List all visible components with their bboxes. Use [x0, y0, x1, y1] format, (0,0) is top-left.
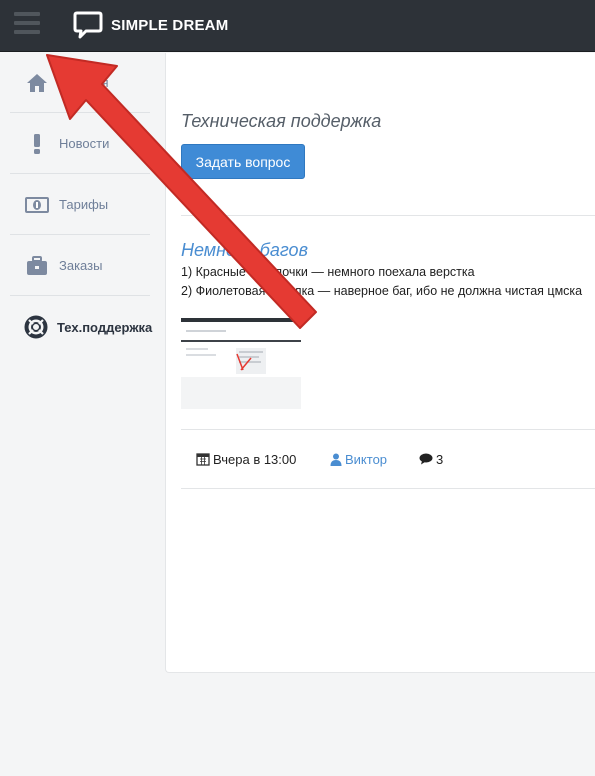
sidebar-item-orders[interactable]: Заказы [10, 236, 150, 296]
menu-toggle-icon[interactable] [14, 12, 40, 34]
sidebar-item-tariffs[interactable]: Тарифы [10, 175, 150, 235]
top-bar: SIMPLE DREAM [0, 0, 595, 52]
post-date-text: Вчера в 13:00 [213, 451, 297, 467]
comment-icon [419, 453, 433, 465]
comment-count-value: 3 [436, 451, 444, 467]
divider [181, 488, 595, 489]
exclamation-icon [24, 131, 50, 157]
sidebar-item-home[interactable]: Главная [10, 53, 150, 113]
main-content: Техническая поддержка Задать вопрос Немн… [165, 53, 595, 673]
briefcase-icon [24, 253, 50, 279]
brand-name: SIMPLE DREAM [111, 16, 229, 34]
sidebar-item-label: Главная [59, 75, 109, 90]
sidebar-item-label: Новости [59, 136, 110, 151]
page-title: Техническая поддержка [181, 111, 382, 131]
sidebar-item-news[interactable]: Новости [10, 114, 150, 174]
post-author-link[interactable]: Виктор [330, 451, 387, 467]
user-icon [330, 453, 342, 466]
sidebar-item-label: Заказы [59, 258, 103, 273]
post-date: Вчера в 13:00 [196, 451, 296, 467]
banknote-icon [24, 192, 50, 218]
sidebar-item-label: Тарифы [59, 197, 109, 212]
home-icon [24, 70, 50, 96]
sidebar-item-support[interactable]: Тех.поддержка [10, 297, 153, 357]
chat-bubble-icon [73, 11, 103, 39]
sidebar-item-label: Тех.поддержка [57, 319, 153, 335]
divider [181, 215, 595, 216]
divider [181, 429, 595, 430]
sidebar: Главная Новости Тарифы Заказы Тех.поддер… [0, 53, 165, 776]
calendar-icon [196, 453, 210, 466]
ask-question-button[interactable]: Задать вопрос [181, 144, 305, 179]
topic-title-link[interactable]: Немного багов [181, 240, 308, 261]
topic-text-line: 1) Красные стрелочки — немного поехала в… [181, 265, 475, 279]
comment-count[interactable]: 3 [419, 451, 443, 467]
post-author-name: Виктор [345, 451, 388, 467]
lifebuoy-icon [24, 314, 48, 340]
attachment-thumbnail[interactable] [181, 318, 301, 409]
brand-logo[interactable]: SIMPLE DREAM [73, 10, 228, 40]
topic-text-line: 2) Фиолетовая стрелка — наверное баг, иб… [181, 284, 583, 298]
